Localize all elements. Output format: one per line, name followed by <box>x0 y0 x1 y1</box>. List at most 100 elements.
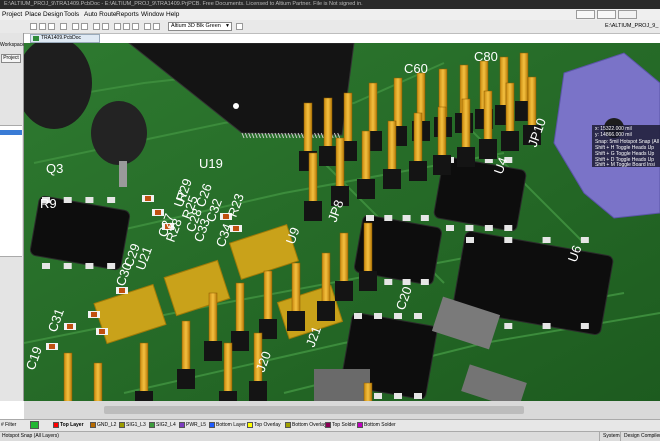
layer-tab-label: Bottom Overlay <box>292 422 327 428</box>
minimize-button[interactable] <box>576 10 595 19</box>
move-icon[interactable] <box>102 23 109 30</box>
header-base <box>304 201 322 221</box>
pcb-3d-canvas[interactable]: Q3R9U19U7 R23U9JP8U4JP10C60C80R29C32C33U2… <box>24 43 660 401</box>
chip-pad <box>465 225 474 231</box>
header-base <box>231 331 249 351</box>
header-pin <box>321 252 331 304</box>
pad-icon[interactable] <box>123 23 130 30</box>
redo-icon[interactable] <box>153 23 160 30</box>
restore-button[interactable] <box>597 10 616 19</box>
transistor-body <box>91 101 147 165</box>
chip-pad <box>107 197 116 203</box>
header-pin <box>437 106 447 158</box>
undo-icon[interactable] <box>144 23 151 30</box>
chip-pad <box>85 263 94 269</box>
header-pin <box>461 98 471 150</box>
header-pin <box>223 342 233 394</box>
menu-auto-route[interactable]: Auto Route <box>84 9 117 20</box>
chip-pad <box>504 237 513 243</box>
view-configuration-select[interactable]: Altium 3D Blk Green ▼ <box>168 22 232 31</box>
header-base <box>409 161 427 181</box>
transistor-lead <box>119 161 127 187</box>
filter-button[interactable]: # Filter <box>0 420 29 430</box>
zoom-in-icon[interactable] <box>72 23 79 30</box>
chip-pad <box>42 263 50 269</box>
current-layer-swatch[interactable] <box>30 421 39 429</box>
layer-color-swatch <box>285 422 291 428</box>
header-base <box>135 391 153 401</box>
layer-tab-label: Top Solder <box>332 422 356 428</box>
scrollbar-thumb[interactable] <box>104 406 524 414</box>
gray-component <box>314 369 370 401</box>
menu-reports[interactable]: Reports <box>116 9 139 20</box>
chip-pad <box>402 279 411 285</box>
chip-pad <box>384 215 393 221</box>
header-pin <box>519 52 529 104</box>
menu-help[interactable]: Help <box>166 9 179 20</box>
header-pin <box>483 90 493 142</box>
project-button[interactable]: Project <box>1 54 21 63</box>
horizontal-scrollbar[interactable] <box>24 401 660 419</box>
menu-project[interactable]: Project <box>2 9 22 20</box>
header-pin <box>363 382 373 401</box>
header-base <box>319 146 337 166</box>
header-pin <box>343 92 353 144</box>
header-pin <box>181 320 191 372</box>
header-base <box>357 179 375 199</box>
document-tab[interactable]: TRA1409.PcbDoc <box>30 34 100 43</box>
layer-tab-label: Top Layer <box>60 422 84 428</box>
header-base <box>317 301 335 321</box>
print-icon[interactable] <box>60 23 67 30</box>
silk-label-u19: U19 <box>199 156 223 171</box>
layer-tab-label: Top Overlay <box>254 422 281 428</box>
menu-place[interactable]: Place <box>25 9 41 20</box>
header-base <box>457 147 475 167</box>
save-icon[interactable] <box>48 23 55 30</box>
layer-tab-label: SIG2_L4 <box>156 422 176 428</box>
menu-design[interactable]: Design <box>43 9 63 20</box>
workspace-tab[interactable]: Workspace <box>0 42 25 48</box>
header-pin <box>303 102 313 154</box>
via-icon[interactable] <box>132 23 139 30</box>
smd-part <box>99 329 105 334</box>
smd-part <box>145 196 151 201</box>
open-icon[interactable] <box>39 23 46 30</box>
header-pin <box>361 130 371 182</box>
close-button[interactable] <box>618 10 637 19</box>
smd-part <box>155 210 161 215</box>
header-pin <box>393 77 403 129</box>
header-base <box>501 131 519 151</box>
header-base <box>479 139 497 159</box>
chip-pad <box>414 313 422 319</box>
zoom-out-icon[interactable] <box>81 23 88 30</box>
layer-tab-label: PWR_L5 <box>186 422 207 428</box>
layer-tab-bottom-solder[interactable]: Bottom Solder <box>356 420 400 430</box>
selected-tree-item[interactable] <box>0 130 22 135</box>
select-icon[interactable] <box>93 23 100 30</box>
chip-pad <box>354 313 362 319</box>
pcb-3d-view[interactable]: Q3 R9 U19 U7 R23 U9 JP8 U4 JP10 C60 C80 R29 C32 C33 U2… <box>24 43 660 401</box>
chevron-down-icon: ▼ <box>225 23 230 29</box>
layer-color-swatch <box>119 422 125 428</box>
smd-part <box>49 344 55 349</box>
new-icon[interactable] <box>30 23 37 30</box>
layer-color-swatch <box>209 422 215 428</box>
header-pin <box>291 262 301 314</box>
silk-label-r9: R9 <box>40 196 57 211</box>
view-configuration-value: Altium 3D Blk Green <box>171 23 221 29</box>
silk-label-q3: Q3 <box>46 161 63 176</box>
menu-tools[interactable]: Tools <box>64 9 79 20</box>
header-pin <box>413 112 423 164</box>
header-base <box>359 271 377 291</box>
project-tree[interactable] <box>0 125 22 257</box>
chip-pad <box>394 313 402 319</box>
header-base <box>335 281 353 301</box>
chip-pad <box>107 263 116 269</box>
menu-window[interactable]: Window <box>141 9 164 20</box>
chip-pad <box>420 215 429 221</box>
smd-part <box>119 288 125 293</box>
chip-pad <box>542 237 551 243</box>
layer-color-swatch <box>325 422 331 428</box>
route-icon[interactable] <box>114 23 121 30</box>
view-settings-icon[interactable] <box>236 23 243 30</box>
